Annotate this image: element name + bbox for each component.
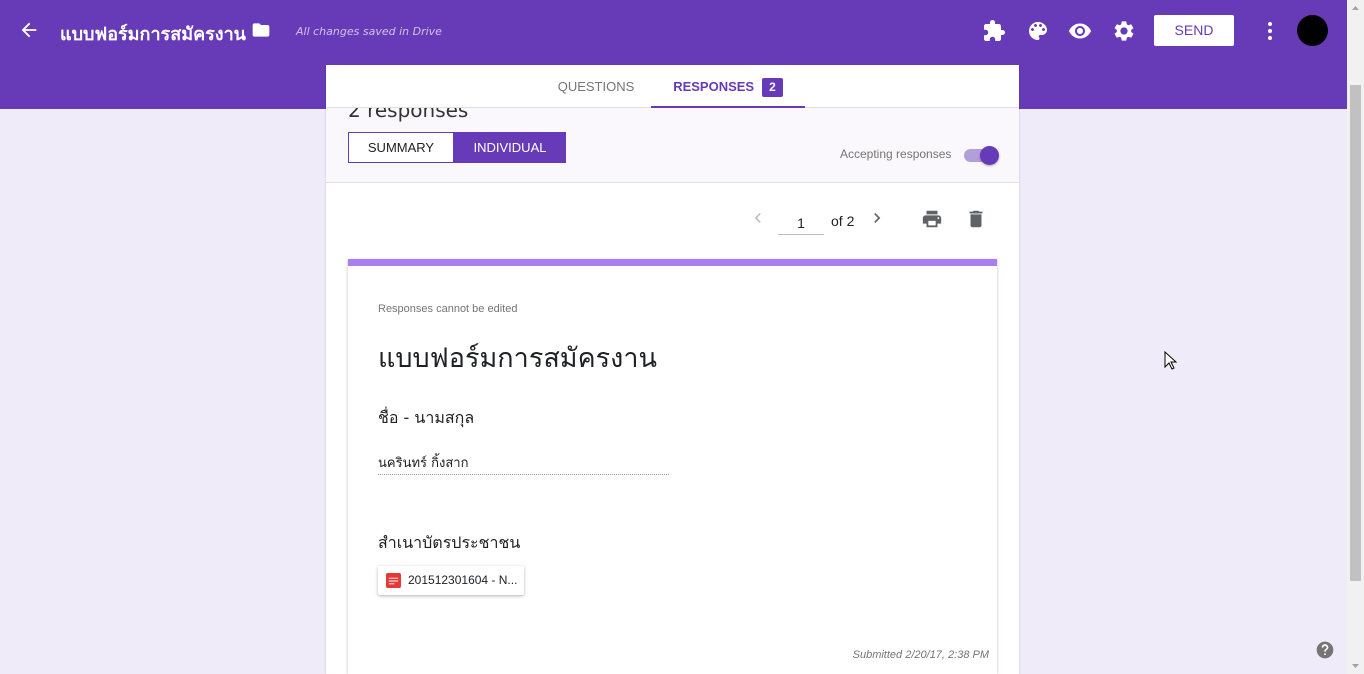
read-only-notice: Responses cannot be edited xyxy=(378,303,518,315)
tab-responses[interactable]: RESPONSES 2 xyxy=(651,65,805,108)
uploaded-file-chip[interactable]: 201512301604 - N... xyxy=(378,566,524,595)
summary-view-button[interactable]: SUMMARY xyxy=(348,132,454,163)
next-response-icon[interactable] xyxy=(867,208,887,228)
submitted-timestamp: Submitted 2/20/17, 2:38 PM xyxy=(852,649,989,661)
accepting-responses-toggle[interactable] xyxy=(964,146,999,165)
toggle-thumb xyxy=(980,146,999,165)
print-icon[interactable] xyxy=(921,208,943,230)
uploaded-file-name: 201512301604 - N... xyxy=(408,573,518,587)
tab-questions[interactable]: QUESTIONS xyxy=(550,65,642,108)
pdf-file-icon xyxy=(386,573,401,588)
responses-count-badge: 2 xyxy=(762,78,783,97)
scrollbar-thumb[interactable] xyxy=(1350,85,1361,581)
scroll-down-arrow-icon[interactable] xyxy=(1347,657,1364,674)
back-arrow-icon[interactable] xyxy=(18,19,40,41)
page-total: of 2 xyxy=(831,213,855,229)
accepting-responses-label: Accepting responses xyxy=(840,147,952,161)
scroll-up-arrow-icon[interactable] xyxy=(1347,0,1364,17)
tab-responses-label: RESPONSES xyxy=(673,79,755,94)
form-title[interactable]: แบบฟอร์มการสมัครงาน xyxy=(60,19,246,48)
save-status: All changes saved in Drive xyxy=(296,25,442,38)
folder-icon[interactable] xyxy=(250,20,272,40)
palette-icon[interactable] xyxy=(1026,19,1050,43)
settings-gear-icon[interactable] xyxy=(1112,19,1136,43)
question-label-id-card: สำเนาบัตรประชาชน xyxy=(378,533,521,552)
addon-puzzle-icon[interactable] xyxy=(982,19,1006,43)
previous-response-icon[interactable] xyxy=(748,208,768,228)
page-scrollbar[interactable] xyxy=(1347,0,1364,674)
delete-icon[interactable] xyxy=(965,208,987,230)
help-icon[interactable] xyxy=(1315,640,1335,660)
editor-tabs: QUESTIONS RESPONSES 2 xyxy=(326,65,1019,108)
responses-panel: 2 responses QUESTIONS RESPONSES 2 SUMMARY… xyxy=(326,65,1019,674)
individual-view-button[interactable]: INDIVIDUAL xyxy=(454,132,566,163)
response-card: Responses cannot be edited แบบฟอร์มการสม… xyxy=(348,259,997,674)
answer-name: นครินทร์ กิ้งสาก xyxy=(378,452,669,475)
preview-eye-icon[interactable] xyxy=(1068,19,1092,43)
question-label-name: ชื่อ - นามสกุล xyxy=(378,408,475,427)
response-page-input[interactable] xyxy=(778,211,824,235)
mouse-cursor-icon xyxy=(1164,351,1177,370)
more-vert-icon[interactable] xyxy=(1258,19,1282,43)
account-avatar[interactable] xyxy=(1297,15,1328,46)
send-button[interactable]: SEND xyxy=(1154,15,1234,46)
response-form-title: แบบฟอร์มการสมัครงาน xyxy=(378,343,657,374)
header-toolbar: แบบฟอร์มการสมัครงาน All changes saved in… xyxy=(0,0,1347,62)
